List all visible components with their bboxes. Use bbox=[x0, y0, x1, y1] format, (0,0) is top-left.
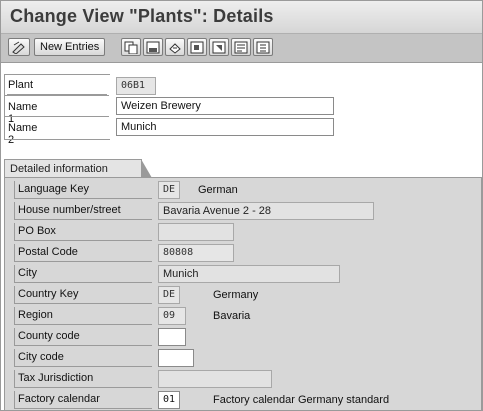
factory-calendar-input[interactable]: 01 bbox=[158, 391, 180, 409]
house-label-cell: House number/street bbox=[14, 202, 152, 220]
page-title: Change View "Plants": Details bbox=[10, 6, 274, 26]
factory-calendar-label-cell: Factory calendar bbox=[14, 391, 152, 409]
display-change-button[interactable] bbox=[8, 38, 30, 56]
copy-button[interactable] bbox=[121, 38, 141, 56]
language-key-description: German bbox=[198, 184, 238, 196]
plant-field: 06B1 bbox=[116, 77, 156, 95]
country-key-field: DE bbox=[158, 286, 180, 304]
language-key-label: Language Key bbox=[18, 183, 89, 195]
previous-entry-button[interactable] bbox=[209, 38, 229, 56]
factory-calendar-label: Factory calendar bbox=[18, 393, 100, 405]
header-divider-2 bbox=[4, 116, 109, 117]
tax-jurisdiction-label-cell: Tax Jurisdiction bbox=[14, 370, 152, 388]
postal-code-label-cell: Postal Code bbox=[14, 244, 152, 262]
city-code-label-cell: City code bbox=[14, 349, 152, 367]
city-field: Munich bbox=[158, 265, 340, 283]
county-code-label: County code bbox=[18, 330, 80, 342]
language-key-field: DE bbox=[158, 181, 180, 199]
factory-calendar-description: Factory calendar Germany standard bbox=[213, 394, 390, 406]
po-box-field bbox=[158, 223, 234, 241]
last-entry-icon bbox=[256, 41, 270, 54]
name2-input[interactable]: Munich bbox=[116, 118, 334, 136]
country-key-label-cell: Country Key bbox=[14, 286, 152, 304]
postal-code-label: Postal Code bbox=[18, 246, 78, 258]
detailed-information-title: Detailed information bbox=[10, 163, 108, 175]
region-description: Bavaria bbox=[213, 310, 251, 322]
city-code-input[interactable] bbox=[158, 349, 194, 367]
sap-window: Change View "Plants": Details New Entrie… bbox=[0, 0, 483, 411]
first-entry-button[interactable] bbox=[187, 38, 207, 56]
tax-jurisdiction-label: Tax Jurisdiction bbox=[18, 372, 94, 384]
last-entry-button[interactable] bbox=[253, 38, 273, 56]
display-change-icon bbox=[12, 41, 25, 54]
new-entries-label: New Entries bbox=[40, 41, 100, 53]
detailed-information-tab: Detailed information bbox=[4, 159, 152, 178]
first-entry-icon bbox=[190, 41, 204, 54]
city-code-label: City code bbox=[18, 351, 64, 363]
title-bar: Change View "Plants": Details bbox=[1, 1, 482, 34]
copy-icon bbox=[124, 41, 138, 54]
save-as-button[interactable] bbox=[143, 38, 163, 56]
country-key-description: Germany bbox=[213, 289, 259, 301]
county-code-label-cell: County code bbox=[14, 328, 152, 346]
county-code-input[interactable] bbox=[158, 328, 186, 346]
detailed-information-body: Language Key DE German House number/stre… bbox=[4, 177, 482, 410]
country-key-label: Country Key bbox=[18, 288, 79, 300]
previous-entry-icon bbox=[212, 41, 226, 54]
house-label: House number/street bbox=[18, 204, 121, 216]
detailed-information-group: Detailed information Language Key DE Ger… bbox=[4, 151, 482, 410]
next-entry-icon bbox=[234, 41, 248, 54]
city-label: City bbox=[18, 267, 37, 279]
plant-header: Plant 06B1 Name 1 Weizen Brewery Name 2 … bbox=[1, 63, 482, 147]
next-entry-button[interactable] bbox=[231, 38, 251, 56]
name1-input[interactable]: Weizen Brewery bbox=[116, 97, 334, 115]
po-box-label: PO Box bbox=[18, 225, 56, 237]
header-divider-1 bbox=[4, 95, 109, 96]
tax-jurisdiction-field bbox=[158, 370, 272, 388]
undo-button[interactable] bbox=[165, 38, 185, 56]
undo-icon bbox=[169, 43, 181, 54]
region-label: Region bbox=[18, 309, 53, 321]
house-field: Bavaria Avenue 2 - 28 bbox=[158, 202, 374, 220]
region-label-cell: Region bbox=[14, 307, 152, 325]
new-entries-button[interactable]: New Entries bbox=[34, 38, 106, 56]
header-label-box bbox=[4, 74, 110, 140]
postal-code-field: 80808 bbox=[158, 244, 234, 262]
application-toolbar: New Entries bbox=[1, 34, 482, 63]
po-box-label-cell: PO Box bbox=[14, 223, 152, 241]
city-label-cell: City bbox=[14, 265, 152, 283]
region-field: 09 bbox=[158, 307, 186, 325]
save-as-icon bbox=[146, 41, 160, 54]
language-key-label-cell: Language Key bbox=[14, 181, 152, 199]
